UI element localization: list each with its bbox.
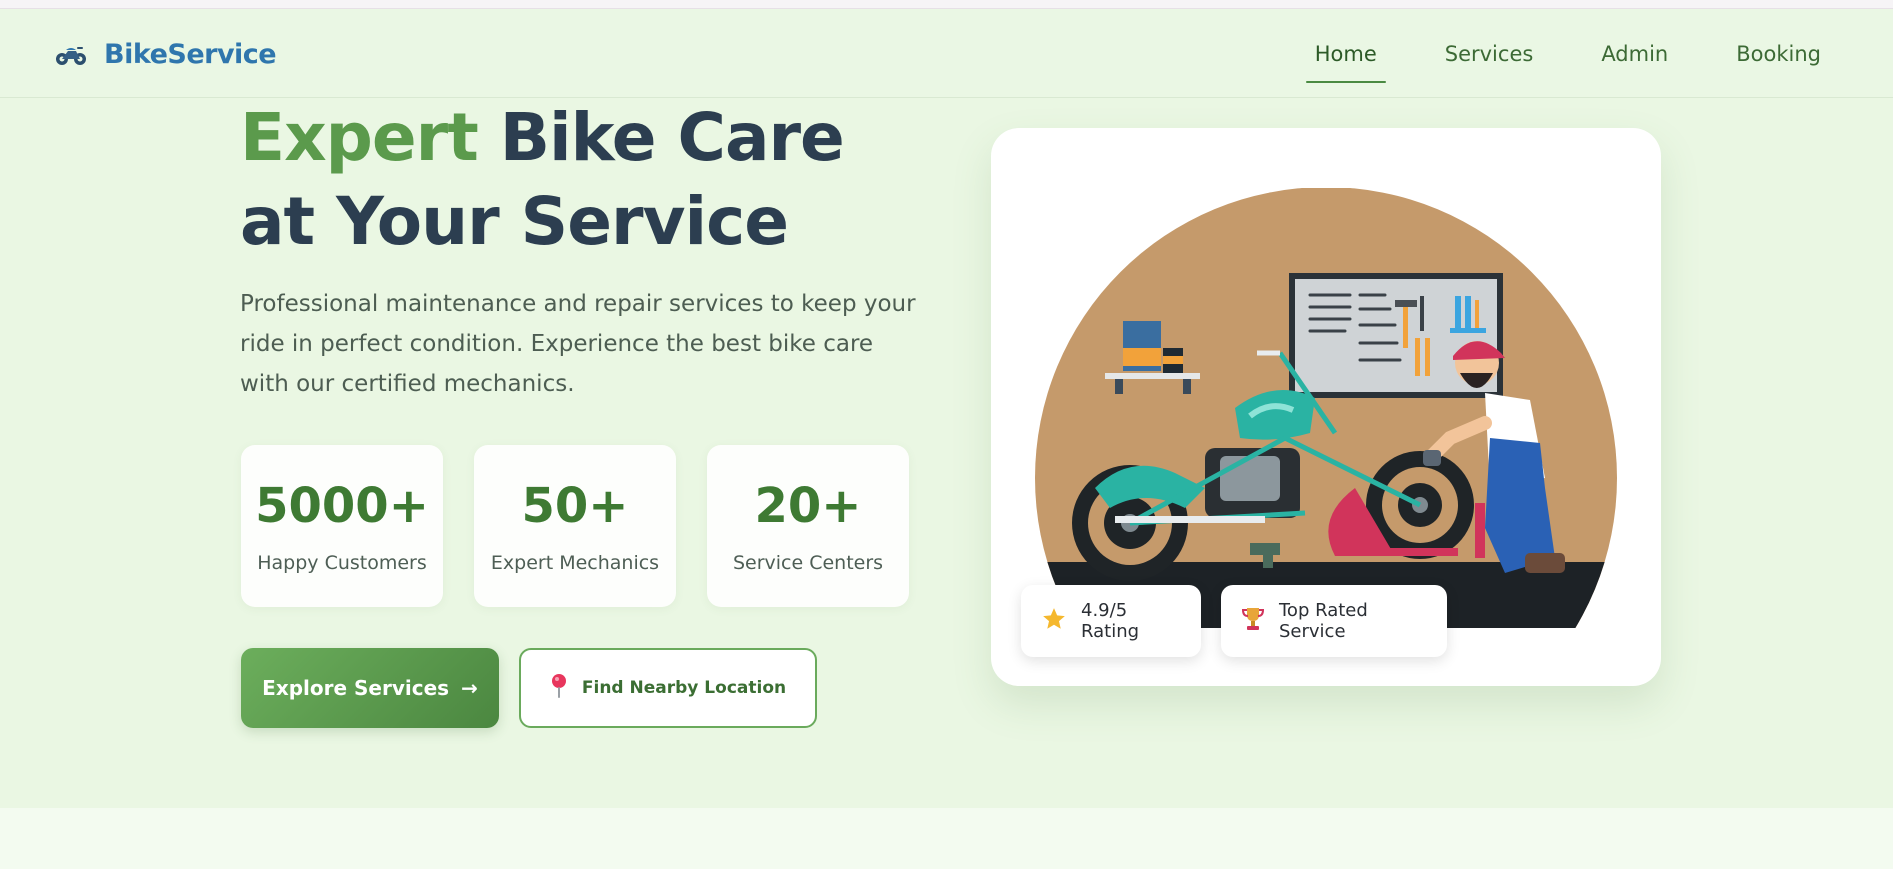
browser-top-strip <box>0 0 1893 9</box>
stat-card-customers: 5000+ Happy Customers <box>241 445 443 607</box>
hero-image-card: 4.9/5 Rating Top Rated Service <box>991 128 1661 686</box>
hero-headline: Expert Bike Care at Your Service <box>240 96 880 264</box>
explore-services-label: Explore Services <box>262 676 450 700</box>
brand-name: BikeService <box>104 39 277 70</box>
nav-home[interactable]: Home <box>1281 9 1411 98</box>
stat-value: 20+ <box>754 478 862 534</box>
top-rated-badge: Top Rated Service <box>1221 585 1447 657</box>
stats-row: 5000+ Happy Customers 50+ Expert Mechani… <box>241 445 909 607</box>
next-section <box>0 808 1893 869</box>
stat-label: Service Centers <box>732 552 884 574</box>
find-location-button[interactable]: Find Nearby Location <box>519 648 817 728</box>
headline-line1-rest: Bike Care <box>477 99 845 176</box>
rating-label: 4.9/5 Rating <box>1081 600 1140 642</box>
stat-label: Happy Customers <box>257 552 427 574</box>
explore-services-button[interactable]: Explore Services → <box>241 648 499 728</box>
stat-value: 50+ <box>521 478 629 534</box>
star-icon <box>1041 606 1067 637</box>
rating-badge: 4.9/5 Rating <box>1021 585 1201 657</box>
stat-card-mechanics: 50+ Expert Mechanics <box>474 445 676 607</box>
nav-links: Home Services Admin Booking <box>1281 9 1855 98</box>
nav-booking[interactable]: Booking <box>1702 9 1855 98</box>
headline-accent: Expert <box>240 99 479 176</box>
motorbike-icon <box>52 40 90 70</box>
brand-logo-link[interactable]: BikeService <box>52 39 277 70</box>
navbar: BikeService Home Services Admin Booking <box>0 9 1893 98</box>
arrow-right-icon: → <box>461 676 478 700</box>
trophy-icon <box>1241 606 1265 637</box>
stat-card-centers: 20+ Service Centers <box>707 445 909 607</box>
pin-icon <box>550 673 568 704</box>
mechanic-illustration <box>1035 188 1617 628</box>
stat-value: 5000+ <box>255 478 429 534</box>
hero-subtitle: Professional maintenance and repair serv… <box>240 291 916 397</box>
top-rated-label: Top Rated Service <box>1279 600 1368 642</box>
headline-line2: at Your Service <box>240 183 789 260</box>
nav-admin[interactable]: Admin <box>1567 9 1702 98</box>
stat-label: Expert Mechanics <box>490 552 660 574</box>
find-location-label: Find Nearby Location <box>581 678 787 698</box>
nav-services[interactable]: Services <box>1411 9 1568 98</box>
